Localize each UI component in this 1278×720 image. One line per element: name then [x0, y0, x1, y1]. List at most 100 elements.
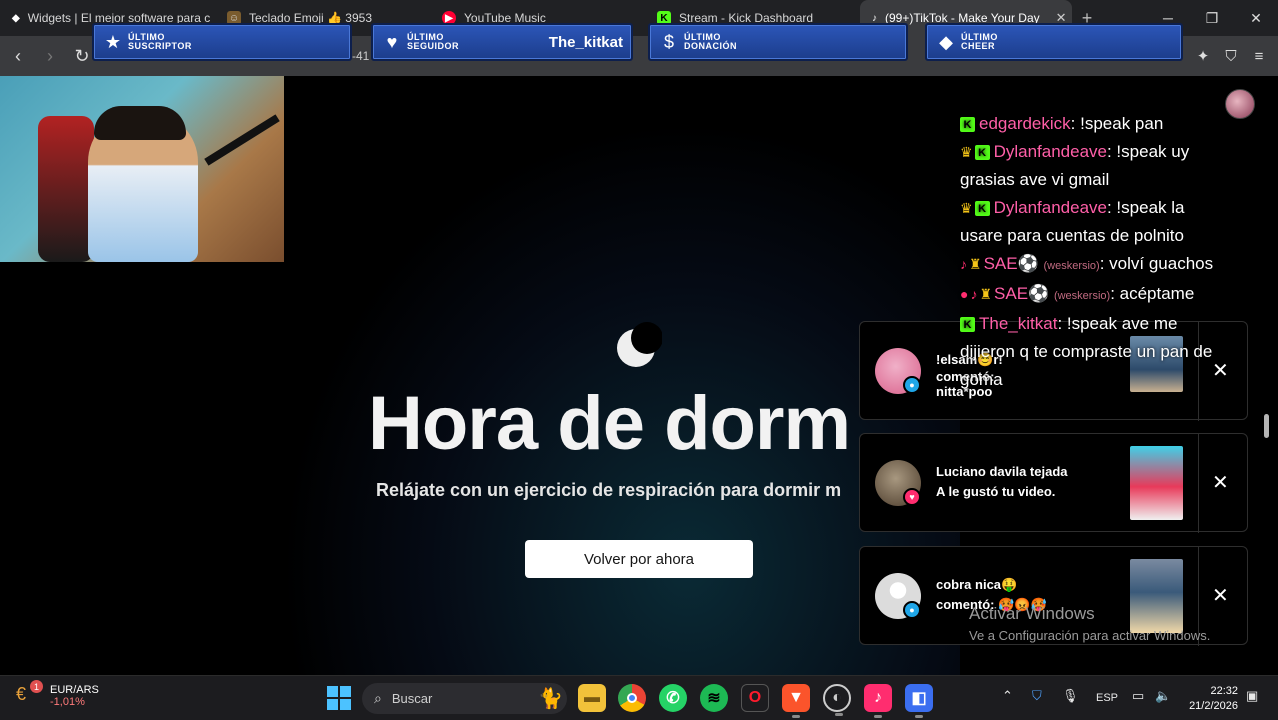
banner-title: ÚLTIMO CHEER [961, 33, 998, 51]
windows-start-icon[interactable] [327, 686, 351, 710]
banner-last-donation: $ ÚLTIMO DONACIÓN [648, 23, 908, 61]
heart-icon: ♥ [386, 31, 398, 52]
opera-icon[interactable]: O [741, 684, 769, 712]
obs-icon[interactable]: ◐ [823, 684, 851, 716]
close-icon[interactable]: ✕ [1212, 470, 1229, 495]
ticker-change: -1,01% [50, 696, 85, 708]
notification-username: Luciano davila tejada [936, 464, 1068, 479]
star-icon: ★ [104, 31, 122, 52]
back-icon[interactable]: ‹ [4, 42, 32, 70]
chat-message: ♪ ♜ SAE⚽ (weskersio): volví guachos [960, 250, 1230, 280]
kick-icon: K [960, 117, 975, 133]
whatsapp-icon[interactable]: ✆ [659, 684, 687, 712]
tiktok-app-icon[interactable]: ♪ [864, 684, 892, 718]
maximize-icon[interactable]: ❐ [1190, 0, 1234, 36]
shield-icon[interactable]: ⛉ [1222, 42, 1240, 70]
notification-card[interactable]: ♥ Luciano davila tejada A le gustó tu vi… [859, 433, 1248, 533]
windows-activation-watermark: Activar Windows Ve a Configuración para … [969, 604, 1210, 643]
activation-title: Activar Windows [969, 604, 1095, 623]
brave-icon[interactable]: ▼ [782, 684, 810, 718]
bookmark-star-icon[interactable]: ✦ [1194, 42, 1212, 70]
tiktok-icon: ♪ [960, 256, 967, 272]
banner-title: ÚLTIMO DONACIÓN [684, 33, 737, 51]
dollar-icon: $ [663, 31, 674, 52]
chat-username: SAE⚽ [983, 254, 1039, 273]
gaming-chair [38, 116, 94, 262]
divider [1198, 434, 1199, 533]
chat-text: : !speak pan [1070, 114, 1164, 133]
close-icon[interactable]: ✕ [1212, 583, 1229, 608]
banner-last-subscriber: ★ ÚLTIMO SUSCRIPTOR [92, 23, 352, 61]
pig-icon: ● [960, 286, 969, 302]
chat-overlay: Kedgardekick: !speak pan ♛ K Dylanfandeave… [960, 110, 1230, 394]
currency-widget[interactable]: €1 EUR/ARS -1,01% [16, 680, 99, 708]
file-explorer-icon[interactable]: ▬ [578, 684, 606, 712]
chat-message: ♛ K Dylanfandeave: !speak la usare para cu… [960, 194, 1230, 250]
spotify-icon[interactable]: ≋ [700, 684, 728, 712]
page-title: Hora de dorm [368, 381, 851, 466]
notification-action: A le gustó tu video. [936, 484, 1056, 499]
system-clock[interactable]: 22:32 21/2/2026 [1184, 684, 1238, 714]
ticker-text: EUR/ARS -1,01% [50, 684, 99, 708]
chat-username: edgardekick [979, 114, 1071, 133]
heart-icon: ♥ [903, 488, 921, 506]
tiktok-icon: ♪ [970, 286, 978, 302]
back-for-now-button[interactable]: Volver por ahora [525, 540, 753, 578]
video-thumbnail[interactable] [1130, 446, 1183, 520]
chat-message: Kedgardekick: !speak pan [960, 110, 1230, 138]
chat-text: : volví guachos [1099, 254, 1214, 273]
address-fragment: -41 [352, 49, 370, 63]
banner-title-line2: DONACIÓN [684, 41, 737, 51]
chat-handle: (weskersio) [1043, 260, 1100, 272]
network-icon[interactable]: ▭ [1132, 688, 1144, 704]
chat-username: Dylanfandeave [993, 198, 1107, 217]
activation-subtitle: Ve a Configuración para activar Windows. [969, 628, 1211, 643]
currency-icon: €1 [16, 680, 43, 708]
notification-username: cobra nica🤑 [936, 577, 1018, 592]
chat-username: Dylanfandeave [993, 142, 1107, 161]
notification-badge: 1 [30, 680, 43, 693]
forward-icon[interactable]: › [36, 42, 64, 70]
microphone-arm [204, 114, 280, 166]
cat-icon: 🐈 [538, 688, 563, 710]
chat-handle: (weskersio) [1053, 290, 1111, 302]
banner-title: ÚLTIMO SUSCRIPTOR [128, 33, 192, 51]
banner-last-follower: ♥ ÚLTIMO SEGUIDOR The_kitkat [371, 23, 633, 61]
moon-icon [617, 322, 662, 367]
scrollbar-thumb[interactable] [1264, 414, 1269, 438]
tray-chevron-icon[interactable]: ⌃ [1002, 688, 1013, 704]
banner-title-line2: SUSCRIPTOR [128, 41, 192, 51]
menu-icon[interactable]: ≡ [1250, 42, 1268, 70]
banner-title-line2: CHEER [961, 41, 996, 51]
search-icon: ⌕ [374, 690, 382, 706]
crown-icon: ♛ [960, 144, 973, 160]
microphone-icon[interactable]: 🎙 [1062, 688, 1079, 704]
chat-message: ♛ K Dylanfandeave: !speak uy grasias ave v… [960, 138, 1230, 194]
volume-icon[interactable]: 🔈 [1155, 688, 1171, 704]
taskbar: €1 EUR/ARS -1,01% ⌕ Buscar 🐈 ▬ ✆ ≋ O ▼ ◐… [0, 675, 1278, 720]
page-subtitle: Relájate con un ejercicio de respiración… [376, 480, 842, 500]
close-window-icon[interactable]: ✕ [1234, 0, 1278, 36]
widget-icon: ◆ [12, 12, 20, 24]
chat-message: K The_kitkat: !speak ave me dijieron q te… [960, 310, 1230, 394]
chat-text: : acéptame [1110, 284, 1195, 303]
search-placeholder: Buscar [391, 691, 433, 706]
chrome-center [627, 693, 637, 703]
banner-title-line2: SEGUIDOR [407, 41, 460, 51]
security-icon[interactable]: ⛉ [1032, 688, 1042, 704]
chat-message: ● ♪ ♜ SAE⚽ (weskersio): acéptame [960, 280, 1230, 310]
chrome-icon[interactable] [618, 684, 646, 712]
diamond-icon: ◆ [939, 31, 953, 52]
kick-icon: K [974, 145, 990, 161]
ticker-name: EUR/ARS [50, 684, 99, 696]
webcam-feed [0, 76, 284, 262]
trophy-icon: ♜ [979, 286, 993, 302]
banner-last-cheer: ◆ ÚLTIMO CHEER [925, 23, 1183, 61]
chat-username: SAE⚽ [994, 284, 1050, 303]
streamer-hair [94, 106, 186, 140]
app-icon[interactable]: ◧ [905, 684, 933, 718]
notifications-icon[interactable]: ▣ [1246, 688, 1258, 704]
taskbar-search[interactable]: ⌕ Buscar 🐈 [362, 683, 567, 714]
nav-actions: ✦ ⛉ ≡ [1194, 42, 1268, 70]
language-indicator[interactable]: ESP [1096, 692, 1118, 704]
